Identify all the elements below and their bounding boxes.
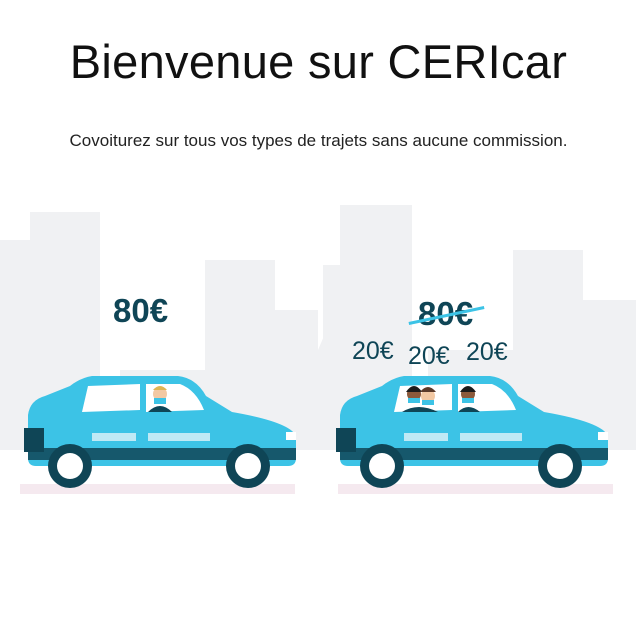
page-subtitle: Covoiturez sur tous vos types de trajets…	[69, 131, 568, 150]
shared-price-2: 20€	[408, 342, 450, 370]
shared-trip-illustration: 80€ 20€ 20€ 20€	[318, 200, 636, 500]
shared-price-3: 20€	[466, 338, 508, 366]
solo-trip-illustration: 80€	[0, 200, 318, 500]
page-title: Bienvenue sur CERIcar	[69, 35, 568, 88]
old-price: 80€	[408, 295, 485, 333]
shared-price-1: 20€	[352, 337, 394, 365]
solo-price: 80€	[113, 292, 169, 329]
